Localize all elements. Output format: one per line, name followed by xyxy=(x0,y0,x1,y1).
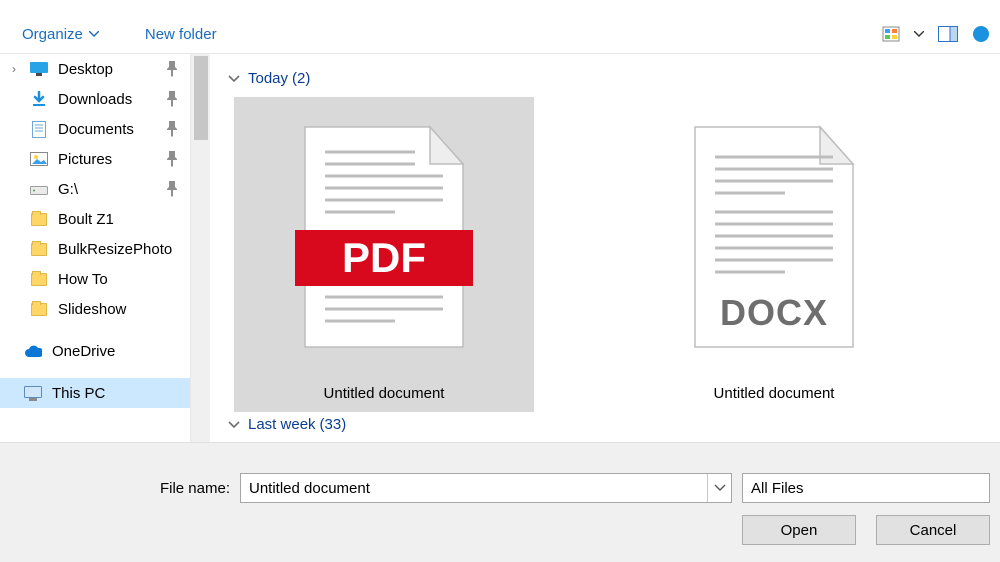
pictures-icon xyxy=(30,150,48,168)
caret-down-icon xyxy=(89,31,99,37)
pin-icon xyxy=(166,91,178,107)
sidebar-item-this-pc[interactable]: This PC xyxy=(0,378,190,408)
top-strip xyxy=(0,0,1000,15)
filename-input[interactable] xyxy=(241,474,707,502)
sidebar-label: Desktop xyxy=(58,61,113,78)
scrollbar-thumb[interactable] xyxy=(194,56,208,140)
toolbar: Organize New folder xyxy=(0,15,1000,53)
folder-icon xyxy=(30,210,48,228)
preview-pane-icon xyxy=(938,26,958,42)
file-name: Untitled document xyxy=(624,377,924,412)
docx-icon: DOCX xyxy=(685,122,863,352)
pin-icon xyxy=(166,121,178,137)
view-mode-thumbnails-button[interactable] xyxy=(882,26,900,42)
sidebar-item-folder[interactable]: How To xyxy=(0,264,190,294)
filename-combobox[interactable] xyxy=(240,473,732,503)
folder-icon xyxy=(30,300,48,318)
onedrive-icon xyxy=(24,342,42,360)
new-folder-label: New folder xyxy=(145,26,217,43)
file-item-pdf[interactable]: PDF Untitled document xyxy=(234,97,534,412)
sidebar-item-gdrive[interactable]: G:\ xyxy=(0,174,190,204)
drive-icon xyxy=(30,180,48,198)
filter-value: All Files xyxy=(751,480,804,497)
open-button[interactable]: Open xyxy=(742,515,856,545)
group-count: (33) xyxy=(320,416,347,433)
filename-label: File name: xyxy=(0,480,230,497)
file-name: Untitled document xyxy=(234,377,534,412)
help-icon xyxy=(972,25,990,43)
organize-label: Organize xyxy=(22,26,83,43)
cancel-label: Cancel xyxy=(910,522,957,539)
sidebar-item-documents[interactable]: Documents xyxy=(0,114,190,144)
pin-icon xyxy=(166,181,178,197)
sidebar-label: Documents xyxy=(58,121,134,138)
pdf-icon: PDF xyxy=(295,122,473,352)
caret-down-icon xyxy=(714,484,726,492)
sidebar-label: BulkResizePhoto xyxy=(58,241,172,258)
group-name: Today xyxy=(248,70,288,87)
chevron-down-icon xyxy=(228,421,240,429)
sidebar-scrollbar[interactable] xyxy=(190,54,210,442)
bottom-panel: File name: All Files Open Cancel xyxy=(0,442,1000,562)
folder-icon xyxy=(30,240,48,258)
downloads-icon xyxy=(30,90,48,108)
sidebar-item-folder[interactable]: Slideshow xyxy=(0,294,190,324)
documents-icon xyxy=(30,120,48,138)
folder-icon xyxy=(30,270,48,288)
sidebar-item-desktop[interactable]: › Desktop xyxy=(0,54,190,84)
svg-text:PDF: PDF xyxy=(342,234,426,281)
file-type-filter[interactable]: All Files xyxy=(742,473,990,503)
main-area: › Desktop Downloads Doc xyxy=(0,54,1000,442)
sidebar-item-onedrive[interactable]: OneDrive xyxy=(0,336,190,366)
chevron-down-icon xyxy=(228,75,240,83)
cancel-button[interactable]: Cancel xyxy=(876,515,990,545)
sidebar-label: This PC xyxy=(52,385,105,402)
sidebar-label: Downloads xyxy=(58,91,132,108)
sidebar-label: How To xyxy=(58,271,108,288)
sidebar-item-folder[interactable]: BulkResizePhoto xyxy=(0,234,190,264)
sidebar-label: Slideshow xyxy=(58,301,126,318)
chevron-right-icon: › xyxy=(12,62,16,76)
sidebar: › Desktop Downloads Doc xyxy=(0,54,210,442)
sidebar-item-pictures[interactable]: Pictures xyxy=(0,144,190,174)
thumbnails-icon xyxy=(882,26,900,42)
preview-pane-button[interactable] xyxy=(938,26,958,42)
filename-dropdown-button[interactable] xyxy=(707,474,731,502)
sidebar-label: G:\ xyxy=(58,181,78,198)
new-folder-button[interactable]: New folder xyxy=(137,24,225,45)
group-header-last-week[interactable]: Last week (33) xyxy=(228,416,980,433)
caret-down-icon[interactable] xyxy=(914,31,924,37)
desktop-icon xyxy=(30,60,48,78)
file-thumbnail: DOCX xyxy=(624,97,924,377)
open-label: Open xyxy=(781,522,818,539)
this-pc-icon xyxy=(24,384,42,402)
sidebar-item-downloads[interactable]: Downloads xyxy=(0,84,190,114)
sidebar-label: Pictures xyxy=(58,151,112,168)
sidebar-label: OneDrive xyxy=(52,343,115,360)
file-thumbnail: PDF xyxy=(234,97,534,377)
sidebar-item-folder[interactable]: Boult Z1 xyxy=(0,204,190,234)
sidebar-label: Boult Z1 xyxy=(58,211,114,228)
group-name: Last week xyxy=(248,416,316,433)
pin-icon xyxy=(166,61,178,77)
pin-icon xyxy=(166,151,178,167)
help-button[interactable] xyxy=(972,25,990,43)
group-header-today[interactable]: Today (2) xyxy=(228,70,980,87)
group-count: (2) xyxy=(292,70,310,87)
svg-text:DOCX: DOCX xyxy=(720,292,828,333)
organize-menu[interactable]: Organize xyxy=(14,24,107,45)
file-item-docx[interactable]: DOCX Untitled document xyxy=(624,97,924,412)
file-list: Today (2) xyxy=(210,54,1000,442)
